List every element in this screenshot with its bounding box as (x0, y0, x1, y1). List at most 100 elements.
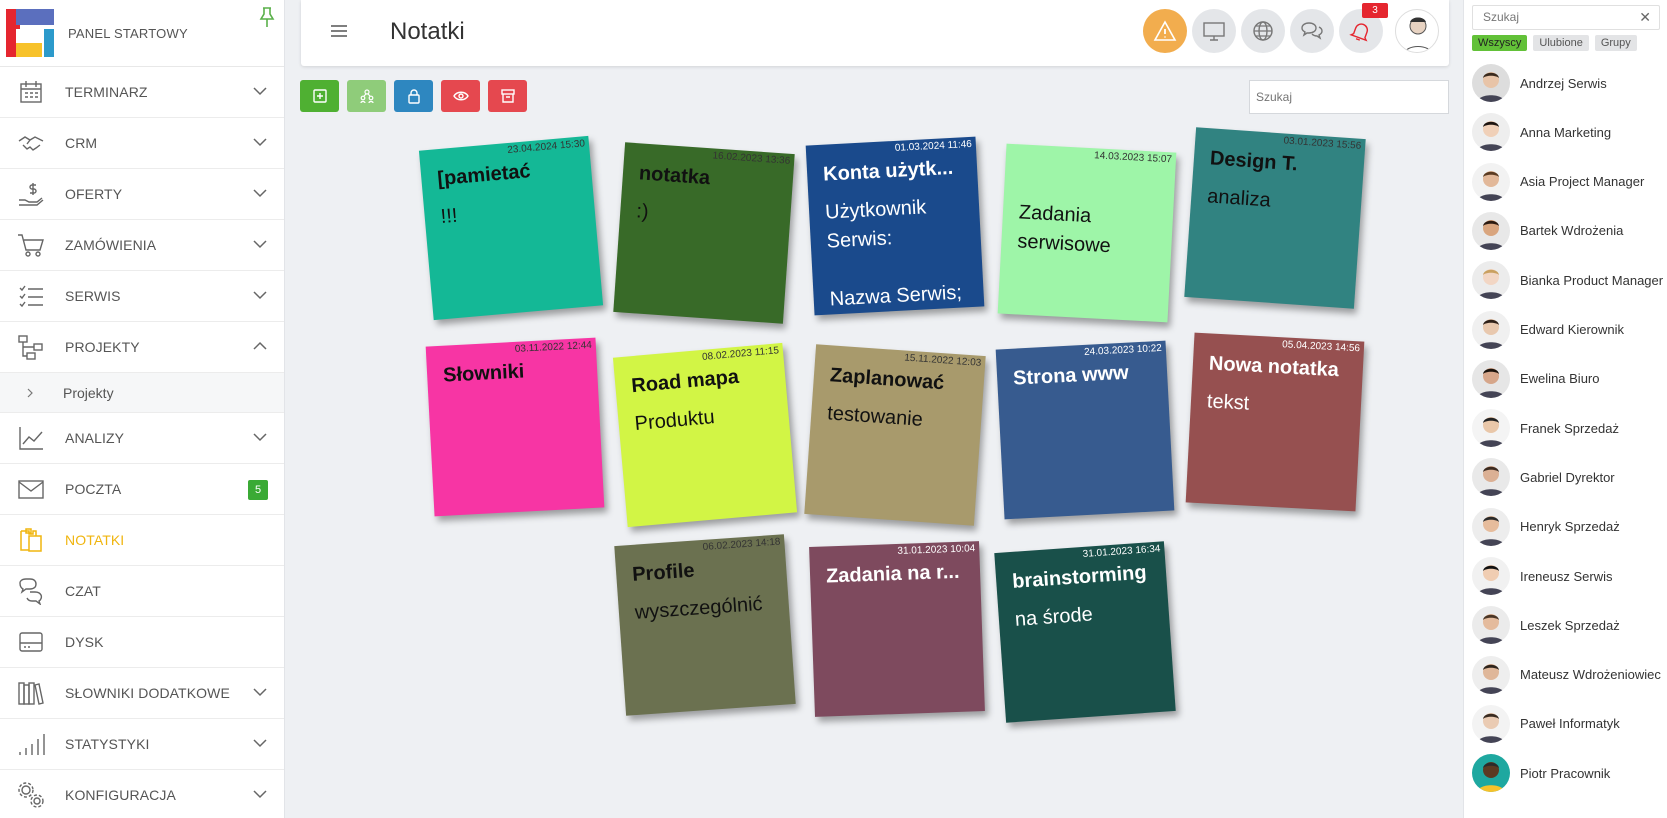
contact-name: Gabriel Dyrektor (1520, 469, 1615, 485)
brand[interactable]: PANEL STARTOWY (0, 0, 284, 67)
note-card[interactable]: 14.03.2023 15:07 Zadania serwisowe (997, 143, 1177, 323)
sidebar-item-konfiguracja[interactable]: KONFIGURACJA (0, 770, 284, 818)
contacts-search-input[interactable]: Szukaj ✕ (1472, 5, 1660, 30)
add-note-button[interactable] (300, 80, 339, 112)
contact-item[interactable]: Franek Sprzedaż (1472, 407, 1619, 449)
sidebar-item-crm[interactable]: CRM (0, 118, 284, 169)
contact-avatar (1472, 557, 1510, 595)
sidebar-item-poczta[interactable]: POCZTA 5 (0, 464, 284, 515)
note-date: 03.11.2022 12:44 (514, 339, 593, 355)
note-date: 24.03.2023 10:22 (1083, 342, 1163, 358)
note-date: 15.11.2022 12:03 (903, 352, 982, 369)
chat-button[interactable] (1290, 9, 1334, 53)
filter-groups[interactable]: Grupy (1594, 35, 1637, 51)
sidebar-item-terminarz[interactable]: TERMINARZ (0, 67, 284, 118)
page-title: Notatki (390, 18, 465, 45)
contact-item[interactable]: Anna Marketing (1472, 111, 1611, 153)
contact-item[interactable]: Bartek Wdrożenia (1472, 210, 1623, 252)
note-body (1014, 395, 1164, 403)
contact-avatar (1472, 507, 1510, 546)
contact-name: Leszek Sprzedaż (1520, 617, 1620, 633)
note-card[interactable]: 05.04.2023 14:56 Nowa notatka tekst (1185, 332, 1365, 512)
note-card[interactable]: 31.01.2023 10:04 Zadania na r... (809, 541, 985, 717)
contact-item[interactable]: Ewelina Biuro (1472, 358, 1600, 400)
sidebar-item-czat[interactable]: CZAT (0, 566, 284, 617)
pin-icon[interactable] (258, 6, 276, 28)
envelope-icon (16, 474, 46, 504)
contact-name: Ireneusz Serwis (1520, 568, 1613, 584)
sidebar-item-dysk[interactable]: DYSK (0, 617, 284, 668)
contact-item[interactable]: Mateusz Wdrożeniowiec (1472, 654, 1661, 696)
note-date: 14.03.2023 15:07 (1093, 150, 1173, 166)
note-card[interactable]: 06.02.2023 14:18 Profile wyszczególnić (614, 534, 796, 716)
language-button[interactable] (1241, 9, 1285, 53)
note-title: Profile (631, 559, 696, 586)
note-title: Zadania na r... (825, 560, 960, 588)
contact-avatar (1472, 359, 1510, 398)
chevron-down-icon (253, 240, 267, 249)
note-title: notatka (638, 162, 711, 190)
contact-item[interactable]: Piotr Pracownik (1472, 752, 1610, 794)
note-card[interactable]: 23.04.2024 15:30 [pamietać !!! (418, 135, 604, 321)
filter-all[interactable]: Wszyscy (1472, 35, 1528, 51)
sidebar-item-notatki[interactable]: NOTATKI (0, 515, 284, 566)
note-card[interactable]: 03.11.2022 12:44 Słowniki (425, 337, 605, 517)
share-note-button[interactable] (347, 80, 386, 112)
contact-item[interactable]: Andrzej Serwis (1472, 62, 1607, 104)
notification-count-badge: 3 (1362, 3, 1388, 18)
contact-name: Piotr Pracownik (1520, 765, 1611, 781)
note-card[interactable]: 01.03.2024 11:46 Konta użytk... Użytkown… (805, 136, 985, 316)
contact-item[interactable]: Asia Project Manager (1472, 161, 1644, 203)
sidebar-item-oferty[interactable]: OFERTY (0, 169, 284, 220)
note-date: 23.04.2024 15:30 (506, 138, 586, 157)
contact-item[interactable]: Bianka Product Manager (1472, 259, 1663, 301)
brand-title: PANEL STARTOWY (68, 25, 188, 41)
note-card[interactable]: 16.02.2023 13:36 notatka :) (613, 142, 795, 324)
filter-favorites[interactable]: Ulubione (1533, 35, 1589, 51)
note-date: 16.02.2023 13:36 (712, 150, 791, 167)
notes-search-input[interactable] (1249, 80, 1449, 114)
sidebar-item-serwis[interactable]: SERWIS (0, 271, 284, 322)
note-card[interactable]: 31.01.2023 16:34 brainstorming na środe (994, 541, 1176, 723)
note-card[interactable]: 03.01.2023 15:56 Design T. analiza (1184, 127, 1366, 309)
sidebar-item-statystyki[interactable]: STATYSTYKI (0, 719, 284, 770)
hamburger-menu-icon[interactable] (331, 25, 347, 37)
contact-item[interactable]: Leszek Sprzedaż (1472, 604, 1620, 646)
note-body: na środe (1014, 603, 1094, 631)
chevron-down-icon (253, 189, 267, 198)
checklist-icon (16, 281, 46, 311)
chevron-down-icon (253, 87, 267, 96)
note-date: 01.03.2024 11:46 (894, 138, 973, 154)
contact-item[interactable]: Gabriel Dyrektor (1472, 456, 1615, 498)
sidebar-item-analizy[interactable]: ANALIZY (0, 413, 284, 464)
note-title: Zaplanować (829, 364, 945, 395)
contact-avatar (1472, 409, 1510, 448)
note-body (444, 392, 594, 400)
notifications-button[interactable]: 3 (1339, 3, 1388, 53)
sidebar-subitem-projekty[interactable]: Projekty (0, 373, 284, 413)
note-date: 31.01.2023 10:04 (897, 543, 976, 557)
desktop-button[interactable] (1192, 9, 1236, 53)
contact-avatar (1472, 64, 1510, 102)
contact-item[interactable]: Paweł Informatyk (1472, 703, 1620, 745)
sidebar-item-projekty[interactable]: PROJEKTY (0, 322, 284, 373)
note-card[interactable]: 24.03.2023 10:22 Strona www (995, 340, 1175, 520)
archive-note-button[interactable] (488, 80, 527, 112)
sidebar-item-label: ZAMÓWIENIA (65, 237, 157, 253)
clear-search-icon[interactable]: ✕ (1639, 6, 1651, 29)
sidebar-item-slowniki-dodatkowe[interactable]: SŁOWNIKI DODATKOWE (0, 668, 284, 719)
note-card[interactable]: 08.02.2023 11:15 Road mapa Produktu (612, 342, 798, 528)
note-card[interactable]: 15.11.2022 12:03 Zaplanować testowanie (804, 344, 986, 526)
contact-name: Anna Marketing (1520, 124, 1612, 140)
dollar-hand-icon (16, 179, 46, 209)
contact-item[interactable]: Ireneusz Serwis (1472, 555, 1612, 597)
contact-item[interactable]: Edward Kierownik (1472, 309, 1624, 351)
user-avatar[interactable] (1395, 9, 1439, 53)
sidebar-item-zamowienia[interactable]: ZAMÓWIENIA (0, 220, 284, 271)
contact-item[interactable]: Henryk Sprzedaż (1472, 506, 1620, 548)
alert-button[interactable] (1143, 9, 1187, 53)
sidebar-item-label: ANALIZY (65, 430, 125, 446)
contact-avatar (1472, 458, 1510, 497)
lock-note-button[interactable] (394, 80, 433, 112)
view-note-button[interactable] (441, 80, 480, 112)
